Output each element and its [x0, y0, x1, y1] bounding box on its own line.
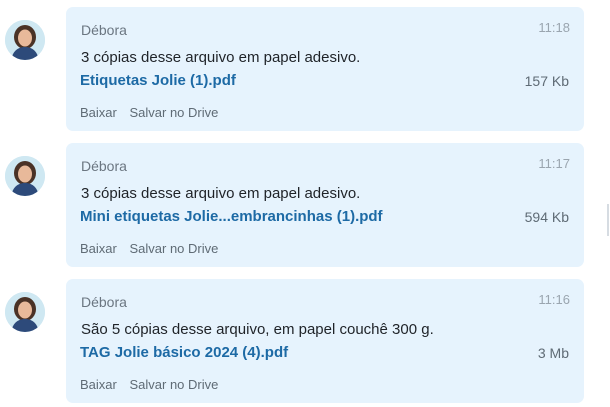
avatar[interactable] — [5, 20, 45, 60]
file-size: 594 Kb — [524, 209, 569, 225]
file-link[interactable]: Etiquetas Jolie (1).pdf — [80, 72, 236, 89]
message-text: 3 cópias desse arquivo em papel adesivo. — [81, 49, 361, 66]
message-bubble: Débora 11:16 São 5 cópias desse arquivo,… — [66, 279, 584, 403]
download-button[interactable]: Baixar — [80, 241, 117, 256]
message-time: 11:18 — [538, 20, 570, 35]
download-button[interactable]: Baixar — [80, 377, 117, 392]
sender-name: Débora — [81, 294, 127, 310]
message-actions: Baixar Salvar no Drive — [80, 105, 227, 120]
file-link[interactable]: TAG Jolie básico 2024 (4).pdf — [80, 344, 288, 361]
message-bubble: Débora 11:18 3 cópias desse arquivo em p… — [66, 7, 584, 131]
user-photo-icon — [5, 20, 45, 60]
scrollbar[interactable] — [607, 204, 609, 236]
message-text: 3 cópias desse arquivo em papel adesivo. — [81, 185, 361, 202]
message-time: 11:16 — [538, 292, 570, 307]
user-photo-icon — [5, 156, 45, 196]
message-bubble: Débora 11:17 3 cópias desse arquivo em p… — [66, 143, 584, 267]
save-to-drive-button[interactable]: Salvar no Drive — [129, 377, 218, 392]
save-to-drive-button[interactable]: Salvar no Drive — [129, 105, 218, 120]
message-actions: Baixar Salvar no Drive — [80, 377, 227, 392]
file-size: 157 Kb — [524, 73, 569, 89]
avatar[interactable] — [5, 292, 45, 332]
file-link[interactable]: Mini etiquetas Jolie...embrancinhas (1).… — [80, 208, 383, 225]
save-to-drive-button[interactable]: Salvar no Drive — [129, 241, 218, 256]
sender-name: Débora — [81, 22, 127, 38]
file-size: 3 Mb — [537, 345, 569, 361]
sender-name: Débora — [81, 158, 127, 174]
message-time: 11:17 — [538, 156, 570, 171]
user-photo-icon — [5, 292, 45, 332]
message-text: São 5 cópias desse arquivo, em papel cou… — [81, 321, 434, 338]
message-actions: Baixar Salvar no Drive — [80, 241, 227, 256]
download-button[interactable]: Baixar — [80, 105, 117, 120]
avatar[interactable] — [5, 156, 45, 196]
